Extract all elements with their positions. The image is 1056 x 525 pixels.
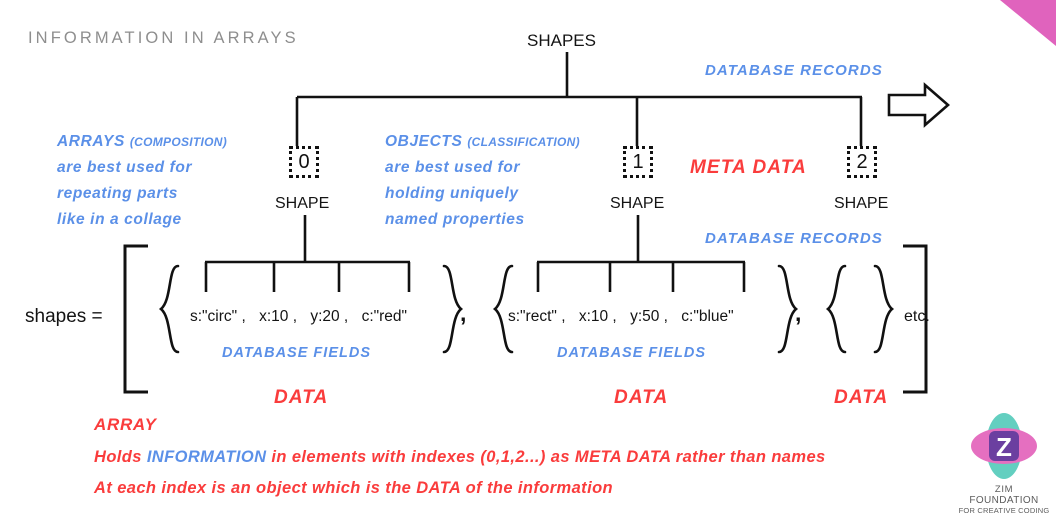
object-fields-1: s:"rect" , x:10 , y:50 , c:"blue" xyxy=(508,308,743,326)
database-records-label-middle: DATABASE RECORDS xyxy=(705,230,883,247)
separator-comma-2: , xyxy=(795,300,802,326)
meta-data-label: META DATA xyxy=(690,157,807,178)
database-records-label-top: DATABASE RECORDS xyxy=(705,62,883,79)
callout-objects-heading: OBJECTS xyxy=(385,133,463,150)
data-label-0: DATA xyxy=(274,387,329,408)
object-1-field-x: x:10 , xyxy=(578,308,617,325)
variable-label: shapes = xyxy=(25,306,103,327)
node-label-shape-2: SHAPE xyxy=(834,195,889,212)
zim-caption-line-1: ZIM xyxy=(994,484,1014,495)
note-array-heading: ARRAY xyxy=(94,415,157,434)
callout-objects-line-2: holding uniquely xyxy=(385,185,519,202)
object-fields-0: s:"circ" , x:10 , y:20 , c:"red" xyxy=(190,308,416,326)
node-label-shape-1: SHAPE xyxy=(610,195,665,212)
note-line-2: At each index is an object which is the … xyxy=(94,479,614,497)
separator-comma-1: , xyxy=(460,300,467,326)
callout-arrays-heading-row: ARRAYS (COMPOSITION) xyxy=(57,129,227,155)
zim-caption-line-3: FOR CREATIVE CODING xyxy=(958,506,1050,515)
note-line-1: Holds INFORMATION in elements with index… xyxy=(94,448,826,467)
zim-logo-caption: ZIM FOUNDATION FOR CREATIVE CODING xyxy=(958,484,1050,515)
callout-objects: OBJECTS (CLASSIFICATION) are best used f… xyxy=(385,129,580,233)
callout-objects-line-3: named properties xyxy=(385,211,525,228)
data-label-2: DATA xyxy=(834,387,889,408)
note-line-1-highlight: INFORMATION xyxy=(146,448,267,466)
note-line-1-part-1: Holds xyxy=(94,448,147,466)
connector-lines xyxy=(123,52,950,394)
index-box-1[interactable]: 1 xyxy=(623,146,653,178)
note-line-1-part-2: in elements with indexes (0,1,2...) as M… xyxy=(266,448,826,466)
callout-arrays: ARRAYS (COMPOSITION) are best used for r… xyxy=(57,129,227,233)
index-box-2[interactable]: 2 xyxy=(847,146,877,178)
node-label-shape-0: SHAPE xyxy=(275,195,330,212)
zim-logo-mark: Z xyxy=(971,413,1037,479)
callout-objects-heading-row: OBJECTS (CLASSIFICATION) xyxy=(385,129,580,155)
callout-arrays-heading: ARRAYS xyxy=(57,133,125,150)
diagram-canvas: INFORMATION IN ARRAYS SHAPES 0 1 2 SHAPE… xyxy=(0,0,1056,525)
tree-root-label: SHAPES xyxy=(527,31,596,50)
object-0-field-c: c:"red" xyxy=(361,308,408,325)
callout-arrays-line-2: repeating parts xyxy=(57,185,178,202)
object-1-field-s: s:"rect" , xyxy=(508,308,566,325)
object-0-field-y: y:20 , xyxy=(310,308,349,325)
etc-label: etc. xyxy=(904,308,930,325)
callout-arrays-line-3: like in a collage xyxy=(57,211,182,228)
data-label-1: DATA xyxy=(614,387,669,408)
zim-caption-line-2: FOUNDATION xyxy=(969,495,1039,506)
callout-arrays-heading-note: (COMPOSITION) xyxy=(129,135,228,149)
object-0-field-x: x:10 , xyxy=(259,308,298,325)
database-fields-label-1: DATABASE FIELDS xyxy=(557,345,706,361)
index-box-0[interactable]: 0 xyxy=(289,146,319,178)
callout-arrays-line-1: are best used for xyxy=(57,159,193,176)
callout-objects-line-1: are best used for xyxy=(385,159,521,176)
object-0-field-s: s:"circ" , xyxy=(190,308,246,325)
svg-text:Z: Z xyxy=(996,432,1012,462)
zim-logo[interactable]: Z ZIM FOUNDATION FOR CREATIVE CODING xyxy=(958,412,1050,516)
database-fields-label-0: DATABASE FIELDS xyxy=(222,345,371,361)
object-1-field-y: y:50 , xyxy=(630,308,668,325)
object-1-field-c: c:"blue" xyxy=(681,308,734,325)
callout-objects-heading-note: (CLASSIFICATION) xyxy=(467,135,580,149)
